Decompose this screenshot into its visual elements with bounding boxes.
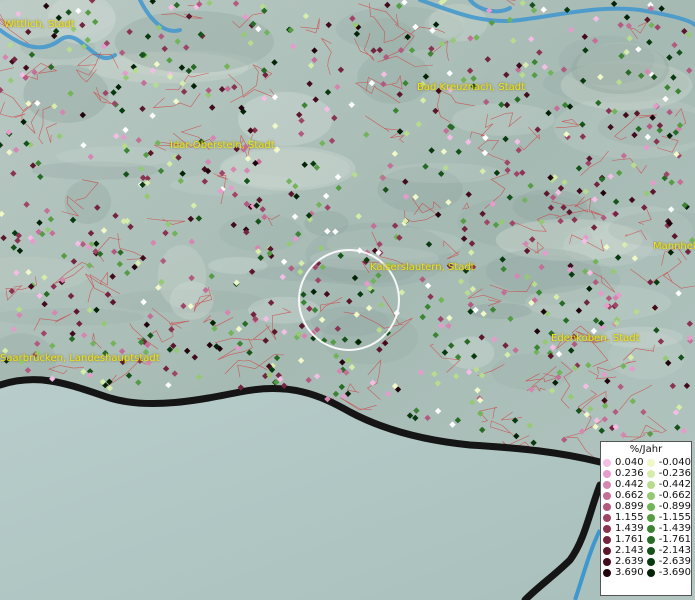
- legend-entry: 0.442: [603, 479, 647, 490]
- legend-negative-column: -0.040 -0.236 -0.442 -0.662 -0.899 -1.155 -1.4…: [646, 457, 691, 578]
- place-label-saarbruecken: Saarbrücken, Landeshauptstadt: [0, 353, 160, 364]
- place-label-wittlich: Wittlich, Stadt: [4, 19, 75, 30]
- legend-label: 0.040: [615, 457, 644, 468]
- legend-entry: -3.690: [646, 567, 691, 578]
- legend-swatch: [646, 546, 655, 555]
- legend-entry: 1.155: [603, 512, 647, 523]
- legend-swatch: [646, 557, 655, 566]
- legend-entry: -0.662: [646, 490, 691, 501]
- legend-label: -0.662: [658, 490, 691, 501]
- legend-label: -0.899: [658, 501, 691, 512]
- place-label-edenkoben: Edenkoben, Stadt: [551, 333, 640, 344]
- legend-label: 0.442: [615, 479, 644, 490]
- legend-label: -2.143: [658, 545, 691, 556]
- place-label-mannheim: Mannheim: [653, 241, 695, 252]
- legend-label: -1.761: [658, 534, 691, 545]
- legend-entry: -1.155: [646, 512, 691, 523]
- legend-swatch: [646, 513, 655, 522]
- legend-label: -0.040: [658, 457, 691, 468]
- legend-title: %/Jahr: [629, 444, 663, 455]
- legend-entry: 0.899: [603, 501, 647, 512]
- legend-swatch: [603, 458, 611, 467]
- legend-entry: 2.143: [603, 545, 647, 556]
- legend-entry: -2.639: [646, 556, 691, 567]
- legend-entry: 0.236: [603, 468, 647, 479]
- relief-shade: [558, 35, 655, 86]
- legend-swatch: [603, 546, 611, 555]
- legend-positive-column: 0.040 0.236 0.442 0.662 0.899 1.155 1.439 1.761…: [603, 457, 647, 578]
- legend-swatch: [646, 458, 655, 467]
- legend-label: 0.236: [615, 468, 644, 479]
- legend-swatch: [646, 502, 655, 511]
- legend-swatch: [603, 557, 611, 566]
- legend-label: 2.143: [615, 545, 644, 556]
- legend-label: -3.690: [658, 567, 691, 578]
- relief-shade: [56, 146, 178, 167]
- legend-label: 1.155: [615, 512, 644, 523]
- legend-swatch: [646, 491, 655, 500]
- legend-entry: 0.662: [603, 490, 647, 501]
- legend-entry: -0.899: [646, 501, 691, 512]
- legend-entry: 1.439: [603, 523, 647, 534]
- legend-entry: 2.639: [603, 556, 647, 567]
- legend-entry: -2.143: [646, 545, 691, 556]
- legend-entry: 0.040: [603, 457, 647, 468]
- legend-entry: 3.690: [603, 567, 647, 578]
- legend-label: -1.155: [658, 512, 691, 523]
- legend-label: -2.639: [658, 556, 691, 567]
- legend-label: -0.442: [658, 479, 691, 490]
- legend-swatch: [646, 469, 655, 478]
- legend: %/Jahr 0.040 0.236 0.442 0.662 0.899 1.155 1.4…: [600, 441, 692, 596]
- legend-swatch: [603, 524, 611, 533]
- legend-swatch: [603, 491, 611, 500]
- legend-swatch: [603, 513, 611, 522]
- legend-swatch: [646, 535, 655, 544]
- legend-swatch: [603, 502, 611, 511]
- relief-shade: [428, 3, 488, 42]
- legend-entry: -0.442: [646, 479, 691, 490]
- legend-entry: -0.236: [646, 468, 691, 479]
- map-canvas[interactable]: [0, 0, 695, 600]
- legend-label: -1.439: [658, 523, 691, 534]
- legend-swatch: [646, 568, 655, 577]
- relief-shade: [219, 146, 356, 191]
- legend-swatch: [646, 480, 655, 489]
- legend-entry: -1.761: [646, 534, 691, 545]
- place-label-bad-kreuznach: Bad Kreuznach, Stadt: [417, 82, 526, 93]
- legend-label: 2.639: [615, 556, 644, 567]
- place-label-kaiserslautern: Kaiserslautern, Stadt: [370, 262, 475, 273]
- legend-entry: 1.761: [603, 534, 647, 545]
- place-label-idar-oberstein: Idar-Oberstein, Stadt: [170, 140, 275, 151]
- legend-swatch: [603, 469, 611, 478]
- legend-label: 1.439: [615, 523, 644, 534]
- legend-swatch: [603, 535, 611, 544]
- legend-label: -0.236: [658, 468, 691, 479]
- relief-shade: [64, 179, 112, 225]
- legend-swatch: [646, 524, 655, 533]
- legend-label: 3.690: [615, 567, 644, 578]
- legend-label: 1.761: [615, 534, 644, 545]
- relief-shade: [157, 245, 207, 308]
- legend-entry: -0.040: [646, 457, 691, 468]
- legend-label: 0.662: [615, 490, 644, 501]
- legend-swatch: [603, 568, 611, 577]
- legend-label: 0.899: [615, 501, 644, 512]
- legend-entry: -1.439: [646, 523, 691, 534]
- legend-swatch: [603, 480, 611, 489]
